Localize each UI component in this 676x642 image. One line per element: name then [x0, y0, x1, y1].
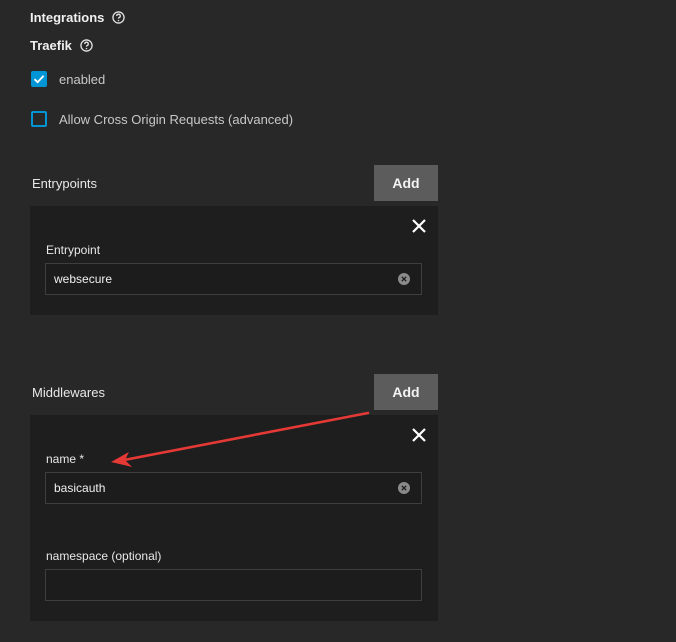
name-label-text: name	[46, 452, 77, 466]
entrypoint-card: Entrypoint websecure	[30, 206, 438, 315]
clear-circle-icon[interactable]	[398, 273, 410, 285]
middlewares-title: Middlewares	[32, 385, 105, 400]
enabled-checkbox[interactable]	[31, 71, 47, 87]
middleware-card: name * basicauth namespace (optional)	[30, 415, 438, 621]
namespace-input[interactable]	[45, 569, 422, 601]
add-entrypoint-button[interactable]: Add	[374, 165, 438, 201]
check-icon	[33, 75, 45, 84]
cors-label: Allow Cross Origin Requests (advanced)	[59, 111, 294, 127]
integrations-heading: Integrations	[30, 10, 105, 25]
add-middleware-button[interactable]: Add	[374, 374, 438, 410]
close-icon[interactable]	[411, 218, 427, 234]
entrypoint-input[interactable]: websecure	[45, 263, 422, 295]
help-circle-icon[interactable]	[112, 11, 126, 24]
close-icon[interactable]	[411, 427, 427, 443]
required-marker: *	[79, 452, 85, 466]
entrypoint-label: Entrypoint	[46, 243, 101, 257]
integrations-header: Integrations	[30, 10, 126, 25]
enabled-label: enabled	[59, 71, 106, 87]
help-circle-icon[interactable]	[80, 39, 93, 52]
enabled-option[interactable]: enabled	[31, 71, 105, 87]
cors-checkbox[interactable]	[31, 111, 47, 127]
traefik-header: Traefik	[30, 38, 93, 53]
clear-circle-icon[interactable]	[398, 482, 410, 494]
middleware-name-value: basicauth	[54, 481, 106, 495]
traefik-heading: Traefik	[30, 38, 72, 53]
cors-option[interactable]: Allow Cross Origin Requests (advanced)	[31, 111, 293, 127]
entrypoint-value: websecure	[54, 272, 113, 286]
middleware-name-input[interactable]: basicauth	[45, 472, 422, 504]
namespace-label: namespace (optional)	[46, 549, 162, 563]
middleware-name-label: name *	[46, 452, 84, 466]
entrypoints-title: Entrypoints	[32, 176, 98, 191]
